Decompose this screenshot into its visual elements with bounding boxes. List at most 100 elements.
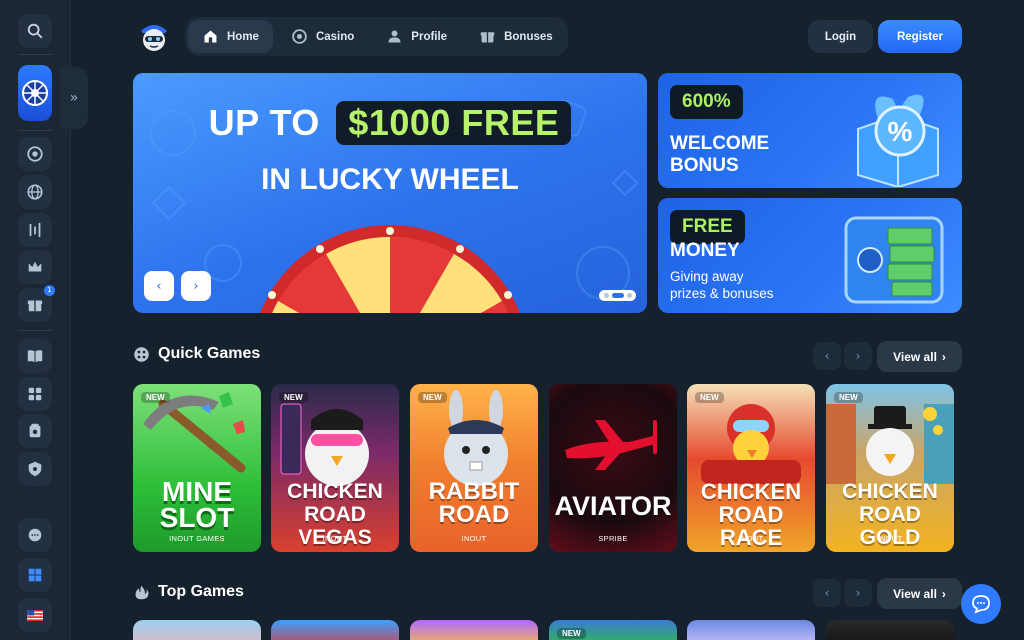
new-badge: NEW	[557, 628, 586, 639]
pagination-dot[interactable]	[626, 293, 632, 298]
pagination-dot[interactable]	[603, 293, 609, 298]
top-game-card[interactable]	[687, 620, 815, 640]
sidebar-divider	[18, 330, 52, 331]
casino-chip-icon	[292, 29, 307, 44]
hero-headline-highlight: $1000 FREE	[336, 101, 572, 145]
tab-bonuses-label: Bonuses	[504, 30, 553, 43]
game-title: AVIATOR	[554, 491, 672, 521]
promo-title: MONEY	[670, 240, 740, 261]
globe-icon[interactable]	[18, 175, 52, 209]
view-all-label: View all	[893, 586, 937, 601]
chevron-right-icon: ›	[941, 586, 946, 601]
tab-casino-label: Casino	[315, 30, 355, 43]
game-provider: INOUT	[461, 534, 487, 543]
game-provider: INOUT	[877, 534, 903, 543]
top-games-view-all-button[interactable]: View all ›	[877, 578, 962, 609]
hero-headline: UP TO $1000 FREE	[133, 101, 647, 145]
promo-title-line: BONUS	[670, 155, 739, 176]
new-badge: NEW	[141, 392, 170, 403]
welcome-bonus-card[interactable]: 600% WELCOME BONUS %	[658, 73, 962, 188]
top-game-card[interactable]	[410, 620, 538, 640]
sidebar-expand-button[interactable]: »	[60, 67, 88, 129]
pagination-dot-active[interactable]	[611, 293, 624, 298]
quick-games-view-all-button[interactable]: View all ›	[877, 341, 962, 372]
gift-icon	[480, 32, 495, 43]
brand-logo[interactable]	[135, 17, 173, 55]
shield-icon[interactable]	[18, 452, 52, 486]
games-icon[interactable]	[18, 377, 52, 411]
tab-profile[interactable]: Profile	[372, 20, 461, 53]
new-badge: NEW	[695, 392, 724, 403]
top-games-prev-button[interactable]: ‹	[813, 579, 841, 607]
quick-games-header: Quick Games	[133, 345, 260, 363]
chart-icon[interactable]	[18, 213, 52, 247]
new-badge: NEW	[418, 392, 447, 403]
game-card-aviator[interactable]: AVIATOR SPRIBE	[549, 384, 677, 552]
flag-us-icon[interactable]	[18, 598, 52, 632]
search-icon[interactable]	[18, 14, 52, 48]
hero-headline-prefix: UP TO	[208, 102, 320, 143]
game-title: MINE SLOT	[159, 476, 235, 533]
sidebar-divider	[18, 130, 52, 131]
tab-bonuses[interactable]: Bonuses	[465, 20, 567, 53]
promo-subtitle: Giving away prizes & bonuses	[670, 268, 774, 302]
windows-icon[interactable]	[18, 558, 52, 592]
top-game-card[interactable]	[826, 620, 954, 640]
new-badge: NEW	[279, 392, 308, 403]
user-icon	[388, 30, 401, 43]
hero-pagination[interactable]	[599, 290, 636, 301]
crown-icon[interactable]	[18, 250, 52, 284]
flame-icon	[135, 585, 149, 599]
quick-games-next-button[interactable]: ›	[844, 342, 872, 370]
chat-icon[interactable]	[18, 518, 52, 552]
sidebar-divider	[18, 54, 52, 55]
chat-bubble-icon	[972, 595, 990, 614]
game-provider: INOUT	[738, 534, 764, 543]
top-games-header: Top Games	[133, 583, 244, 601]
casino-chip-icon[interactable]	[18, 137, 52, 171]
game-card-mine-slot[interactable]: NEW MINE SLOT INOUT GAMES	[133, 384, 261, 552]
gift-icon[interactable]: 1	[18, 285, 55, 322]
top-game-card[interactable]	[271, 620, 399, 640]
game-provider: SPRIBE	[598, 534, 628, 543]
hero-subheadline: IN LUCKY WHEEL	[261, 163, 519, 196]
top-game-card[interactable]	[133, 620, 261, 640]
hero-next-button[interactable]: ›	[181, 271, 211, 301]
lucky-wheel-illustration	[260, 225, 520, 313]
promo-title: WELCOME BONUS	[670, 133, 769, 177]
game-card-chicken-road-gold[interactable]: NEW CHICKEN ROAD GOLD INOUT	[826, 384, 954, 552]
top-game-card[interactable]: NEW	[549, 620, 677, 640]
chevron-right-icon: ›	[941, 349, 946, 364]
game-card-rabbit-road[interactable]: NEW RABBIT ROAD INOUT	[410, 384, 538, 552]
tab-home-label: Home	[227, 30, 259, 43]
view-all-label: View all	[893, 349, 937, 364]
svg-text:%: %	[888, 116, 913, 147]
home-icon	[204, 30, 217, 43]
gift-box-percent-icon: %	[857, 94, 939, 187]
top-games-next-button[interactable]: ›	[844, 579, 872, 607]
tab-profile-label: Profile	[411, 30, 448, 43]
lucky-wheel-promo-icon[interactable]	[18, 65, 52, 121]
free-money-card[interactable]: FREE MONEY Giving away prizes & bonuses	[658, 198, 962, 313]
support-chat-button[interactable]	[961, 584, 1001, 624]
dice-icon	[134, 346, 149, 362]
login-button[interactable]: Login	[808, 20, 873, 53]
game-provider: INOUT GAMES	[169, 534, 225, 543]
hero-prev-button[interactable]: ‹	[144, 271, 174, 301]
tab-home[interactable]: Home	[188, 20, 273, 53]
wallet-icon[interactable]	[18, 414, 52, 448]
game-title: RABBIT ROAD	[428, 478, 520, 528]
register-button[interactable]: Register	[878, 20, 962, 53]
game-card-chicken-road-vegas[interactable]: NEW CHICKEN ROAD VEGAS INOUT	[271, 384, 399, 552]
game-card-chicken-road-race[interactable]: NEW CHICKEN ROAD RACE INOUT	[687, 384, 815, 552]
quick-games-prev-button[interactable]: ‹	[813, 342, 841, 370]
book-icon[interactable]	[18, 339, 52, 373]
airplane-illustration	[565, 420, 657, 470]
notification-badge: 1	[44, 285, 55, 296]
top-games-title: Top Games	[158, 583, 244, 600]
promo-subtitle-line: prizes & bonuses	[670, 286, 774, 301]
quick-games-title: Quick Games	[158, 345, 261, 362]
promo-subtitle-line: Giving away	[670, 269, 744, 284]
tab-casino[interactable]: Casino	[277, 20, 368, 53]
promo-title-line: WELCOME	[670, 133, 770, 154]
